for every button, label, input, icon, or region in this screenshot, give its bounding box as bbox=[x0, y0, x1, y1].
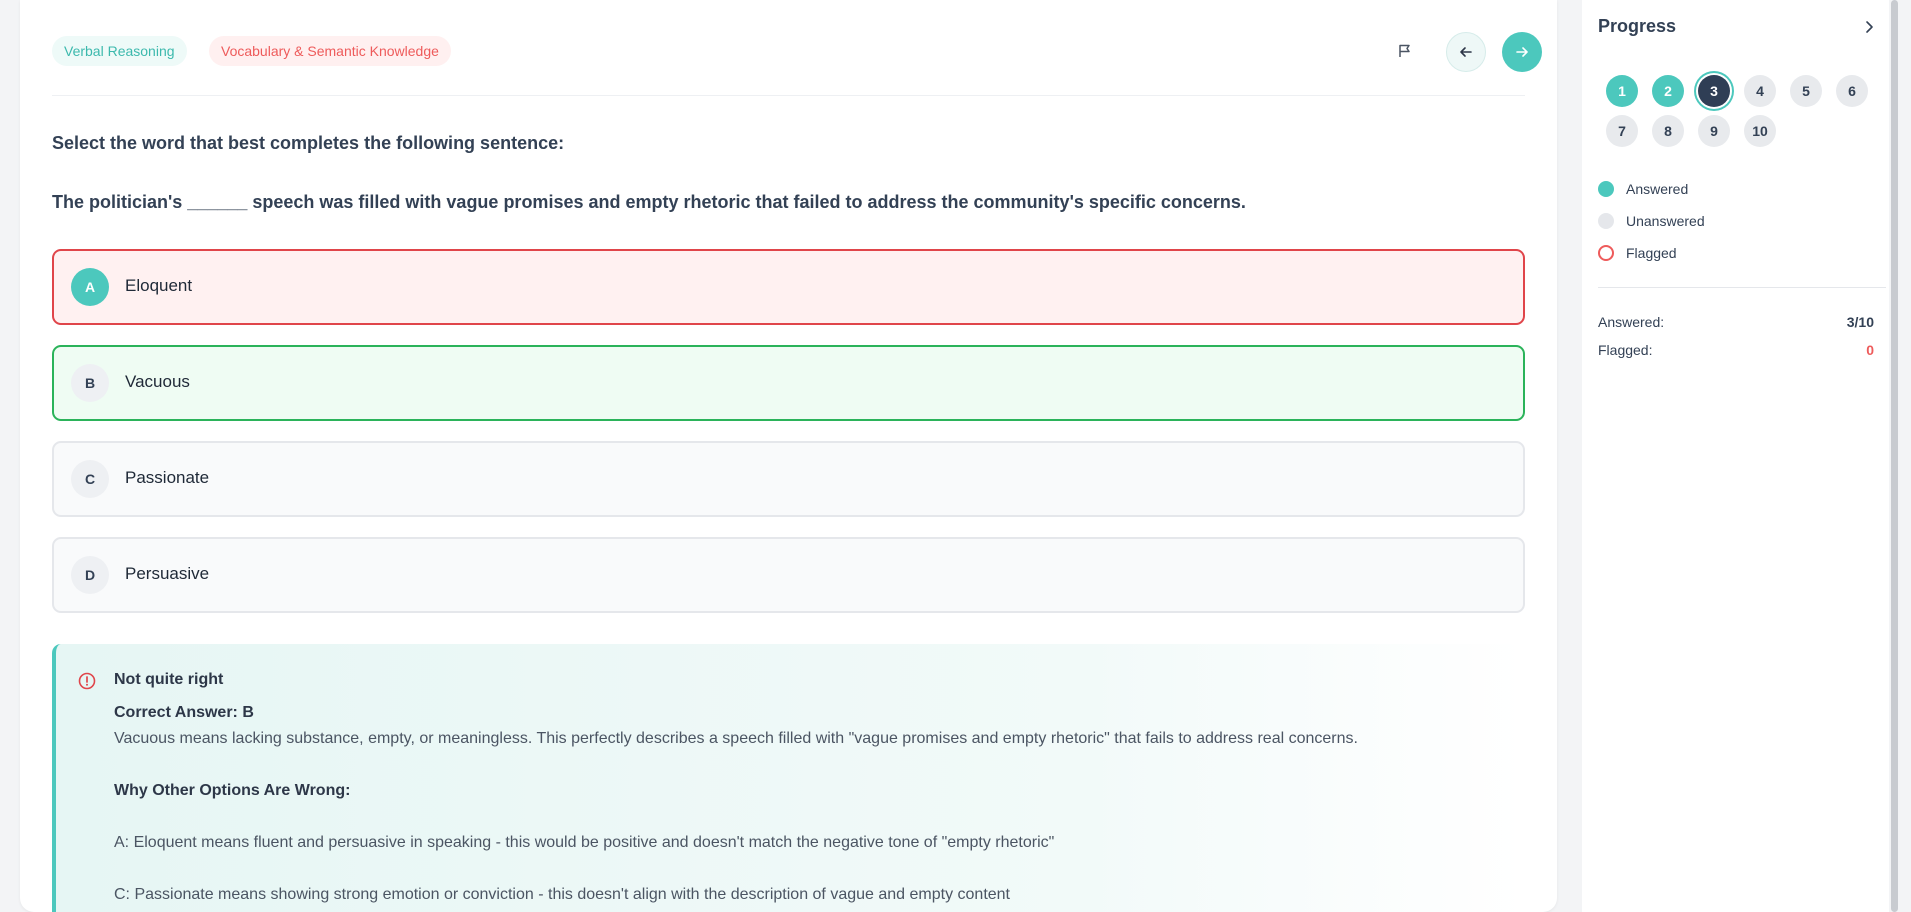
option-c[interactable]: C Passionate bbox=[52, 441, 1525, 517]
collapse-sidebar-button[interactable] bbox=[1860, 18, 1878, 36]
question-nav-2[interactable]: 2 bbox=[1652, 75, 1684, 107]
question-card: Verbal Reasoning Vocabulary & Semantic K… bbox=[20, 0, 1557, 912]
question-nav-8[interactable]: 8 bbox=[1652, 115, 1684, 147]
option-label: Eloquent bbox=[125, 276, 193, 295]
flag-icon bbox=[1399, 44, 1410, 57]
question-nav-3[interactable]: 3 bbox=[1698, 75, 1730, 107]
question-nav-5[interactable]: 5 bbox=[1790, 75, 1822, 107]
option-a[interactable]: A Eloquent bbox=[52, 249, 1525, 325]
option-d[interactable]: D Persuasive bbox=[52, 537, 1525, 613]
option-letter: B bbox=[71, 364, 109, 402]
question-nav-4[interactable]: 4 bbox=[1744, 75, 1776, 107]
unanswered-legend-dot bbox=[1598, 213, 1614, 229]
feedback-title: Not quite right bbox=[114, 671, 224, 688]
question-prompt: Select the word that best completes the … bbox=[52, 133, 565, 153]
answered-count-label: Answered: bbox=[1598, 314, 1665, 330]
flagged-legend-dot bbox=[1598, 245, 1614, 261]
why-wrong-c: C: Passionate means showing strong emoti… bbox=[114, 886, 1010, 903]
why-wrong-heading: Why Other Options Are Wrong: bbox=[114, 782, 351, 799]
chevron-right-icon bbox=[1866, 21, 1873, 33]
question-text: The politician's ______ speech was fille… bbox=[52, 192, 1246, 212]
sidebar-title: Progress bbox=[1598, 16, 1677, 36]
answered-legend-label: Answered bbox=[1626, 181, 1689, 197]
scrollbar-thumb[interactable] bbox=[1891, 0, 1898, 912]
sidebar-divider bbox=[1598, 287, 1886, 288]
feedback-panel: Not quite right Correct Answer: B Vacuou… bbox=[52, 644, 1525, 912]
arrow-right-icon bbox=[1516, 47, 1528, 57]
flagged-count-value: 0 bbox=[1866, 342, 1874, 358]
question-nav-10[interactable]: 10 bbox=[1744, 115, 1776, 147]
option-letter: D bbox=[71, 556, 109, 594]
progress-sidebar: Progress 1 2 3 4 5 6 7 8 9 10 Answered U… bbox=[1582, 0, 1900, 912]
option-label: Persuasive bbox=[125, 564, 210, 583]
question-nav-9[interactable]: 9 bbox=[1698, 115, 1730, 147]
sidebar-scrollbar[interactable] bbox=[1889, 0, 1900, 912]
flag-button[interactable] bbox=[1390, 36, 1420, 66]
option-letter: A bbox=[71, 268, 109, 306]
correct-answer: Correct Answer: B bbox=[114, 704, 254, 721]
answered-legend-dot bbox=[1598, 181, 1614, 197]
alert-circle-icon bbox=[78, 672, 96, 690]
category-tag: Verbal Reasoning bbox=[52, 36, 187, 66]
answered-count-value: 3/10 bbox=[1846, 314, 1874, 330]
question-nav-7[interactable]: 7 bbox=[1606, 115, 1638, 147]
option-b[interactable]: B Vacuous bbox=[52, 345, 1525, 421]
explanation-text: Vacuous means lacking substance, empty, … bbox=[114, 730, 1358, 747]
flagged-count-label: Flagged: bbox=[1598, 342, 1653, 358]
question-nav-6[interactable]: 6 bbox=[1836, 75, 1868, 107]
option-label: Vacuous bbox=[125, 372, 190, 391]
next-button[interactable] bbox=[1502, 32, 1542, 72]
question-nav-1[interactable]: 1 bbox=[1606, 75, 1638, 107]
question-header: Verbal Reasoning Vocabulary & Semantic K… bbox=[52, 32, 1542, 96]
option-label: Passionate bbox=[125, 468, 210, 487]
previous-button[interactable] bbox=[1446, 32, 1486, 72]
flagged-legend-label: Flagged bbox=[1626, 245, 1677, 261]
subcategory-tag: Vocabulary & Semantic Knowledge bbox=[209, 36, 451, 66]
option-letter: C bbox=[71, 460, 109, 498]
arrow-left-icon bbox=[1460, 47, 1472, 57]
unanswered-legend-label: Unanswered bbox=[1626, 213, 1705, 229]
why-wrong-a: A: Eloquent means fluent and persuasive … bbox=[114, 834, 1055, 851]
